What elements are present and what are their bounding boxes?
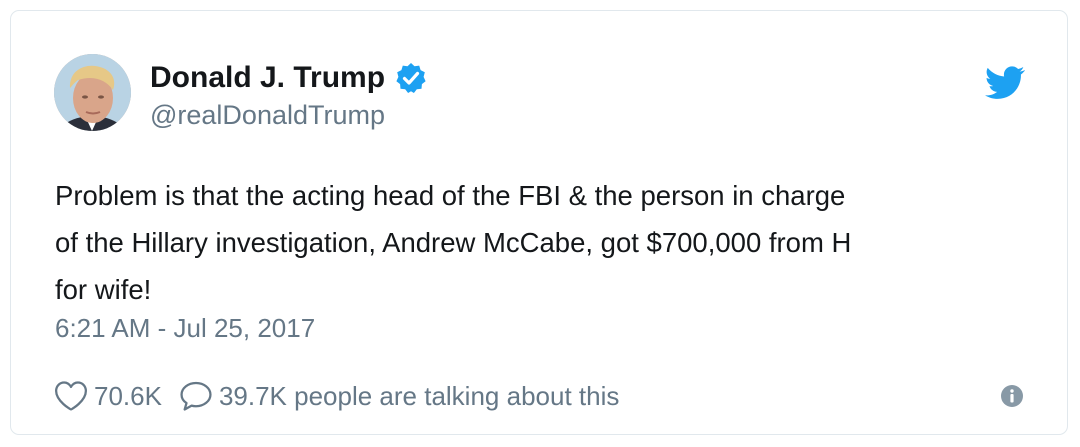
like-count: 70.6K [94,380,162,411]
display-name[interactable]: Donald J. Trump [150,61,427,95]
action-bar: 70.6K 39.7K people are talking about thi… [54,376,619,416]
display-name-text: Donald J. Trump [150,61,386,94]
info-icon[interactable] [1001,385,1023,407]
divider [11,363,1067,364]
tweet-card: Donald J. Trump @realDonaldTrump Problem… [10,10,1068,435]
handle[interactable]: @realDonaldTrump [150,100,385,131]
talking-about-text: 39.7K people are talking about this [218,380,620,411]
twitter-bird-icon[interactable] [985,66,1025,100]
speech-bubble-icon [180,381,212,411]
reply-button[interactable]: 39.7K people are talking about this [179,380,619,412]
avatar-image [54,54,131,131]
timestamp-link[interactable]: 6:21 AM - Jul 25, 2017 [55,313,315,344]
verified-badge-icon [396,63,426,93]
like-button[interactable]: 70.6K [54,380,162,412]
tweet-text: Problem is that the acting head of the F… [55,180,852,305]
avatar[interactable] [54,54,131,131]
heart-icon [54,381,88,411]
